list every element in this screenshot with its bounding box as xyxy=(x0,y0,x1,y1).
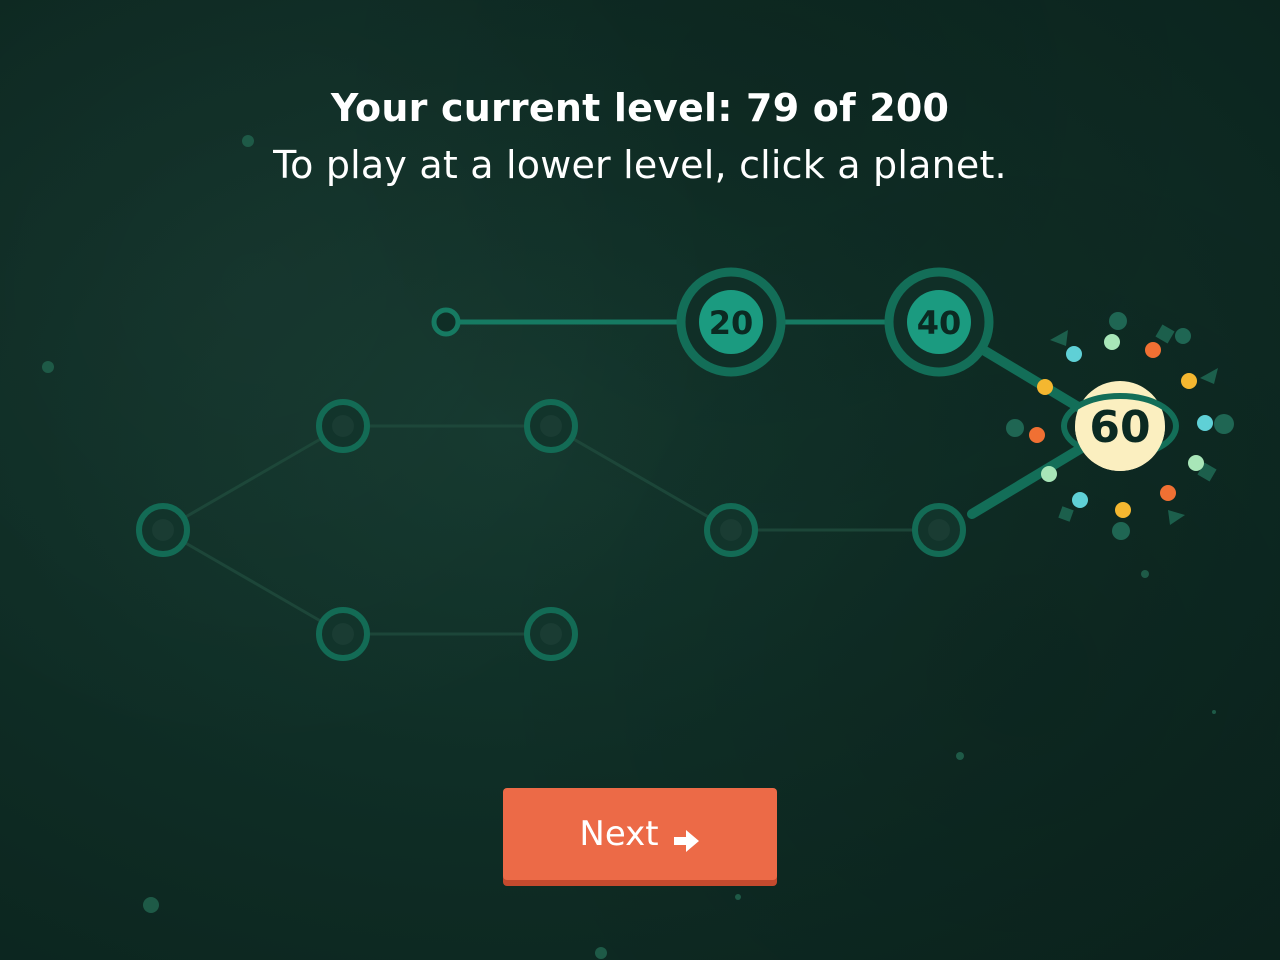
start-node xyxy=(431,307,461,337)
planet-level-40-label: 40 xyxy=(917,304,962,342)
connector-to-current xyxy=(967,340,1090,519)
next-button[interactable]: Next xyxy=(503,788,777,880)
arrow-right-icon xyxy=(673,822,701,852)
planet-level-40[interactable]: 40 xyxy=(884,267,994,377)
locked-planet xyxy=(524,399,578,453)
planet-level-20[interactable]: 20 xyxy=(676,267,786,377)
locked-planet xyxy=(524,607,578,661)
planet-level-60-label: 60 xyxy=(1089,402,1150,453)
inactive-paths xyxy=(162,424,939,636)
locked-planet xyxy=(704,503,758,557)
planet-level-60-current[interactable]: 60 xyxy=(1061,381,1179,471)
locked-planet xyxy=(316,399,370,453)
planet-level-20-label: 20 xyxy=(709,304,754,342)
next-button-label: Next xyxy=(579,814,659,854)
locked-planet xyxy=(912,503,966,557)
locked-planet xyxy=(136,503,190,557)
locked-planet xyxy=(316,607,370,661)
